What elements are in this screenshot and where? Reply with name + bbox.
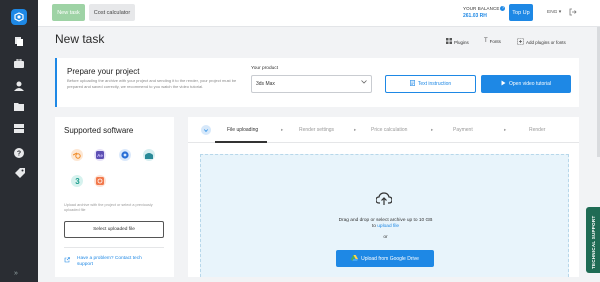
chevron-down-icon: ▾ — [558, 10, 562, 15]
plugins-link[interactable]: Plugins — [446, 38, 469, 46]
or-text: or — [383, 235, 388, 240]
folder-icon[interactable] — [13, 101, 25, 112]
fonts-label: Fonts — [489, 38, 501, 44]
step-render: Render — [529, 127, 546, 133]
cost-calculator-button[interactable]: Cost calculator — [89, 4, 135, 21]
upload-google-drive-button[interactable]: Upload from Google Drive — [336, 250, 434, 267]
user-icon[interactable] — [13, 80, 25, 91]
blender-icon — [71, 149, 83, 161]
google-drive-label: Upload from Google Drive — [361, 255, 419, 262]
question-icon[interactable]: ? — [13, 147, 25, 158]
product-value: 3ds Max — [256, 81, 275, 87]
cloud-upload-icon — [375, 192, 393, 206]
add-plugins-label: Add plugins or fonts — [526, 40, 566, 45]
language-value: ENG — [547, 10, 558, 15]
left-sidebar: ? » — [0, 0, 38, 282]
file-dropzone[interactable]: Drag and drop or select archive up to 10… — [200, 154, 569, 277]
svg-text:Ae: Ae — [97, 153, 103, 158]
steps-bar: File uploading ▸ Render settings ▸ Price… — [188, 117, 579, 143]
chevron-right-icon: ▸ — [431, 127, 434, 132]
add-plugins-fonts-link[interactable]: Add plugins or fonts — [517, 38, 566, 47]
prepare-title: Prepare your project — [67, 67, 140, 76]
font-icon: T — [484, 38, 488, 44]
step-render-settings: Render settings — [299, 127, 335, 133]
software-title: Supported software — [64, 126, 134, 135]
google-drive-icon — [351, 254, 359, 263]
chevron-right-icon: ▸ — [354, 127, 357, 132]
cinema4d-icon — [119, 149, 131, 161]
product-label: Your product — [251, 66, 279, 71]
video-tutorial-label: Open video tutorial — [509, 81, 551, 87]
add-icon — [517, 38, 524, 47]
new-task-button[interactable]: New task — [52, 4, 85, 21]
active-step-underline — [215, 141, 267, 143]
prepare-description: Before uploading the archive with your p… — [67, 78, 237, 89]
upload-file-link[interactable]: upload file — [377, 224, 399, 229]
briefcase-icon[interactable] — [13, 58, 25, 69]
prepare-project-card: Prepare your project Before uploading th… — [55, 58, 579, 107]
drop-instructions: Drag and drop or select archive up to 10… — [338, 218, 433, 223]
balance-value: 261.03 RH — [463, 13, 487, 19]
chevron-down-icon — [361, 80, 367, 86]
software-note: Upload archive with the project or selec… — [64, 203, 153, 212]
contact-support-link[interactable]: Have a problem? Contact tech support — [77, 256, 157, 268]
balance-help-icon[interactable]: ? — [500, 6, 506, 12]
chevron-right-icon: ▸ — [504, 127, 507, 132]
text-instruction-button[interactable]: Text instruction — [385, 75, 476, 93]
svg-text:3: 3 — [75, 177, 80, 185]
after-effects-icon: Ae — [94, 149, 106, 161]
select-uploaded-file-button[interactable]: Select uploaded file — [64, 221, 164, 238]
step-payment: Payment — [453, 127, 473, 133]
balance-label: YOUR BALANCE? — [463, 6, 506, 12]
text-instruction-label: Text instruction — [417, 81, 452, 87]
tag-icon[interactable] — [13, 168, 25, 179]
play-icon — [501, 80, 506, 88]
language-selector[interactable]: ENG ▾ — [547, 10, 561, 15]
svg-text:?: ? — [17, 150, 21, 157]
chevron-right-icon: ▸ — [281, 127, 284, 132]
top-up-button[interactable]: Top Up — [509, 4, 533, 21]
copy-icon[interactable] — [13, 35, 25, 46]
drop-to: to — [371, 224, 376, 229]
technical-support-label: TECHNICAL SUPPORT — [591, 215, 596, 269]
technical-support-tab[interactable]: TECHNICAL SUPPORT — [586, 207, 600, 273]
grid-icon — [446, 38, 452, 46]
corona-icon — [94, 175, 106, 187]
logout-icon[interactable] — [569, 8, 577, 18]
balance-label-text: YOUR BALANCE — [463, 6, 500, 11]
3dsmax-icon: 3 — [71, 175, 83, 187]
product-select[interactable]: 3ds Max — [251, 75, 372, 93]
expand-sidebar-button[interactable]: » — [14, 270, 18, 277]
external-link-icon — [64, 257, 70, 265]
fonts-link[interactable]: T Fonts — [484, 38, 501, 44]
upload-card: File uploading ▸ Render settings ▸ Price… — [188, 117, 579, 277]
plugins-label: Plugins — [454, 39, 469, 45]
server-icon[interactable] — [13, 123, 25, 134]
supported-software-card: Supported software Ae 3 Upload archive w… — [55, 117, 174, 277]
document-icon — [409, 80, 415, 88]
page-title: New task — [55, 32, 105, 46]
video-tutorial-button[interactable]: Open video tutorial — [481, 75, 571, 93]
step-file-uploading[interactable]: File uploading — [227, 127, 258, 133]
houdini-icon — [143, 149, 155, 161]
dropzone-text: Drag and drop or select archive up to 10… — [201, 218, 570, 230]
app-logo[interactable] — [11, 9, 27, 25]
step-indicator — [201, 125, 211, 135]
step-price-calculation: Price calculation — [371, 127, 408, 133]
divider — [64, 247, 164, 248]
top-bar: New task Cost calculator YOUR BALANCE? 2… — [38, 0, 600, 27]
logo-icon — [14, 12, 24, 22]
